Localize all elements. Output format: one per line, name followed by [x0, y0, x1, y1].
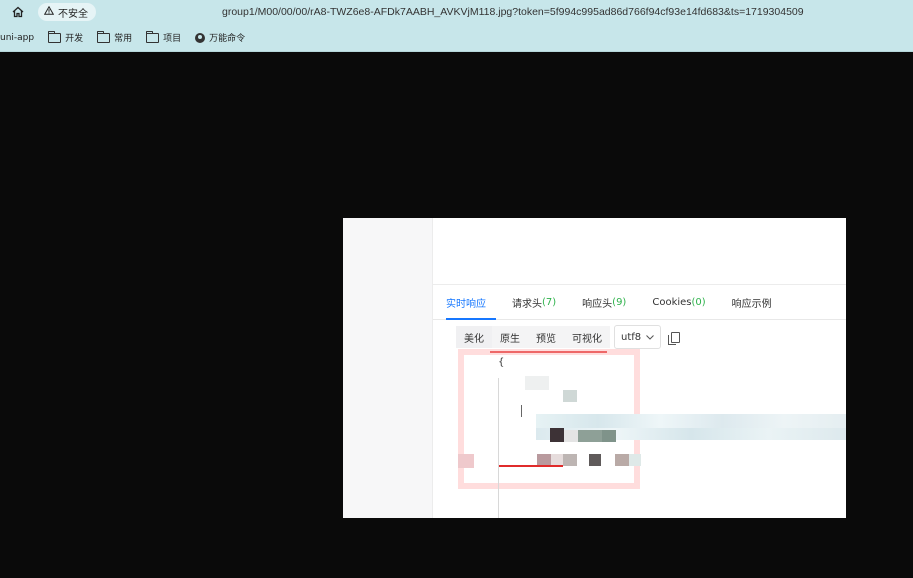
globe-icon: [195, 32, 206, 43]
view-mode-bar: 美化 原生 预览 可视化 utf8: [456, 325, 681, 349]
mosaic-block: [629, 454, 641, 466]
bookmark-commands[interactable]: 万能命令: [195, 31, 245, 44]
view-mode-raw[interactable]: 原生: [492, 326, 528, 348]
tab-cookies[interactable]: Cookies (0): [639, 285, 718, 319]
bookmark-label: 常用: [114, 34, 133, 44]
tab-response-headers[interactable]: 响应头 (9): [569, 285, 639, 319]
bookmark-dev[interactable]: 开发: [48, 30, 84, 44]
text-cursor: [521, 405, 522, 417]
copy-icon[interactable]: [668, 331, 681, 345]
tab-response-example[interactable]: 响应示例: [719, 285, 785, 319]
security-label: 不安全: [58, 8, 88, 20]
indent-guide: [498, 378, 499, 518]
encoding-select[interactable]: utf8: [614, 325, 662, 349]
displayed-image: 实时响应 请求头 (7) 响应头 (9) Cookies (0) 响应示例 美化 原生…: [343, 218, 846, 518]
security-indicator[interactable]: 不安全: [38, 3, 96, 21]
mosaic-block: [578, 430, 602, 442]
bookmark-projects[interactable]: 项目: [146, 30, 182, 44]
chevron-down-icon: [646, 332, 655, 343]
response-tabs: 实时响应 请求头 (7) 响应头 (9) Cookies (0) 响应示例: [433, 285, 846, 320]
mosaic-block: [550, 428, 564, 442]
browser-address-bar: 不安全 group1/M00/00/00/rA8-TWZ6e8-AFDk7AAB…: [0, 0, 913, 24]
image-left-sidebar: [343, 218, 433, 518]
mosaic-block: [602, 430, 616, 442]
tab-label: 响应头: [582, 298, 613, 310]
annotation-underline: [499, 465, 563, 467]
bookmark-label: 项目: [163, 34, 182, 44]
view-mode-beautify[interactable]: 美化: [456, 326, 492, 348]
url-text[interactable]: group1/M00/00/00/rA8-TWZ6e8-AFDk7AABH_AV…: [222, 6, 804, 18]
encoding-value: utf8: [621, 331, 642, 343]
code-open-brace: {: [498, 357, 505, 368]
mosaic-block: [536, 414, 846, 428]
tab-label: 实时响应: [446, 298, 486, 310]
tab-label: Cookies: [652, 296, 692, 308]
tab-count: (9): [612, 296, 627, 308]
tab-realtime-response[interactable]: 实时响应: [433, 285, 499, 320]
tab-label: 响应示例: [731, 298, 772, 310]
mosaic-block: [563, 390, 577, 402]
tab-count: (7): [542, 296, 557, 308]
mosaic-block: [589, 454, 601, 466]
bookmark-label: 开发: [65, 34, 84, 44]
mosaic-block: [615, 454, 629, 466]
mosaic-block: [563, 454, 577, 466]
mosaic-block: [564, 430, 578, 442]
tab-label: 请求头: [512, 298, 542, 310]
bookmark-uni-app[interactable]: uni-app: [0, 33, 34, 43]
tab-count: (0): [691, 296, 706, 308]
folder-icon: [146, 30, 160, 43]
bookmark-label: uni-app: [0, 32, 35, 43]
bookmark-common[interactable]: 常用: [97, 30, 133, 44]
home-icon[interactable]: [0, 0, 36, 24]
mosaic-block: [458, 454, 474, 468]
bookmark-label: 万能命令: [209, 34, 246, 44]
bookmarks-bar: uni-app 开发 常用 项目 万能命令: [0, 24, 913, 52]
tab-request-headers[interactable]: 请求头 (7): [499, 285, 569, 319]
view-mode-visualize[interactable]: 可视化: [564, 326, 610, 348]
folder-icon: [48, 30, 62, 43]
folder-icon: [97, 30, 111, 43]
warning-icon: [43, 5, 55, 18]
view-mode-preview[interactable]: 预览: [528, 326, 564, 348]
mosaic-block: [525, 376, 549, 390]
